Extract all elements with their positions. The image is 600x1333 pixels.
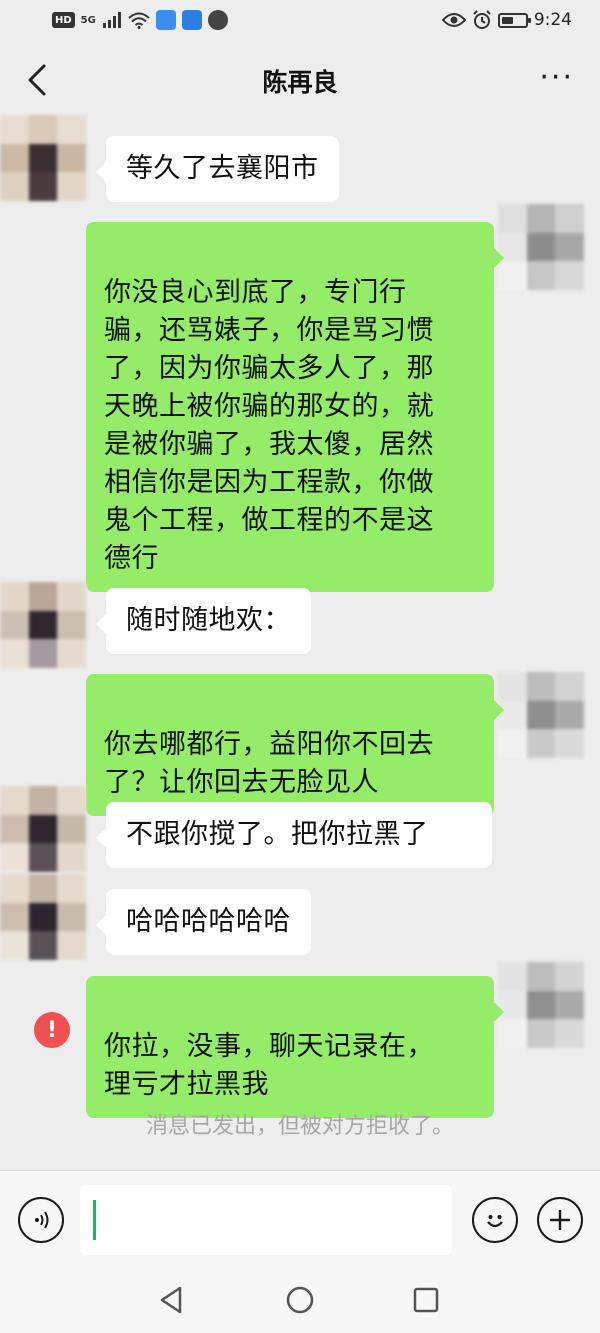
message-input[interactable]: [80, 1185, 452, 1255]
plus-icon: [550, 1210, 570, 1230]
emoji-button[interactable]: [472, 1197, 518, 1243]
nav-home-icon[interactable]: [282, 1282, 318, 1318]
chat-title: 陈再良: [262, 68, 338, 97]
message-text: 随时随地欢：: [126, 605, 291, 636]
status-right: 9:24: [441, 10, 572, 30]
nav-back-icon[interactable]: [154, 1282, 190, 1318]
message-text: 等久了去襄阳市: [126, 153, 319, 184]
compass-icon: [207, 10, 228, 30]
bluetooth-app-icon: [181, 10, 202, 30]
text-caret: [93, 1200, 96, 1240]
emoji-icon: [487, 1215, 503, 1228]
message-bubble-incoming[interactable]: 不跟你搅了。把你拉黑了: [96, 802, 492, 868]
message-text: 不跟你搅了。把你拉黑了: [126, 819, 429, 850]
more-icon[interactable]: ···: [539, 63, 574, 93]
battery-icon: [497, 12, 531, 28]
app-notification-icon: [155, 10, 176, 30]
message-text: 哈哈哈哈哈哈: [126, 906, 291, 937]
status-time: 9:24: [533, 10, 572, 30]
hd-badge: HD: [52, 12, 75, 28]
message-text: 你没良心到底了，专门行 骗，还骂婊子，你是骂习惯 了，因为你骗太多人了，那 天晚…: [104, 277, 434, 574]
system-nav-bar: [0, 1268, 600, 1333]
message-bubble-incoming[interactable]: 随时随地欢：: [96, 588, 311, 654]
input-bar: [0, 1170, 600, 1268]
voice-icon: [35, 1211, 49, 1229]
self-avatar[interactable]: [498, 204, 584, 290]
contact-avatar[interactable]: [0, 874, 86, 960]
chat-header: 陈再良 ···: [0, 40, 600, 122]
back-icon[interactable]: [22, 62, 52, 98]
alarm-icon: [473, 10, 491, 29]
plus-button[interactable]: [537, 1197, 583, 1243]
message-bubble-outgoing[interactable]: 你拉，没事，聊天记录在， 理亏才拉黑我: [86, 976, 504, 1118]
status-bar: HD 5G 9:24: [0, 0, 600, 40]
nav-recents-icon[interactable]: [408, 1282, 444, 1318]
system-note: 消息已发出，但被对方拒收了。: [145, 1114, 454, 1139]
message-text: 你去哪都行，益阳你不回去 了？让你回去无脸见人: [104, 729, 434, 798]
eye-icon: [441, 13, 466, 27]
message-bubble-incoming[interactable]: 等久了去襄阳市: [96, 136, 339, 202]
wifi-icon: [128, 12, 150, 29]
message-bubble-outgoing[interactable]: 你没良心到底了，专门行 骗，还骂婊子，你是骂习惯 了，因为你骗太多人了，那 天晚…: [86, 222, 504, 592]
message-bubble-incoming[interactable]: 哈哈哈哈哈哈: [96, 889, 311, 955]
self-avatar[interactable]: [498, 672, 584, 758]
status-left: HD 5G: [52, 10, 228, 30]
contact-avatar[interactable]: [0, 115, 86, 201]
signal-icon: [102, 12, 121, 28]
error-icon[interactable]: !: [34, 1012, 70, 1048]
battery-fill: [501, 16, 513, 24]
self-avatar[interactable]: [498, 962, 584, 1048]
voice-button[interactable]: [18, 1197, 64, 1243]
message-text: 你拉，没事，聊天记录在， 理亏才拉黑我: [104, 1031, 434, 1100]
contact-avatar[interactable]: [0, 786, 86, 872]
contact-avatar[interactable]: [0, 582, 86, 668]
network-label: 5G: [80, 14, 96, 26]
message-bubble-outgoing[interactable]: 你去哪都行，益阳你不回去 了？让你回去无脸见人: [86, 674, 504, 816]
